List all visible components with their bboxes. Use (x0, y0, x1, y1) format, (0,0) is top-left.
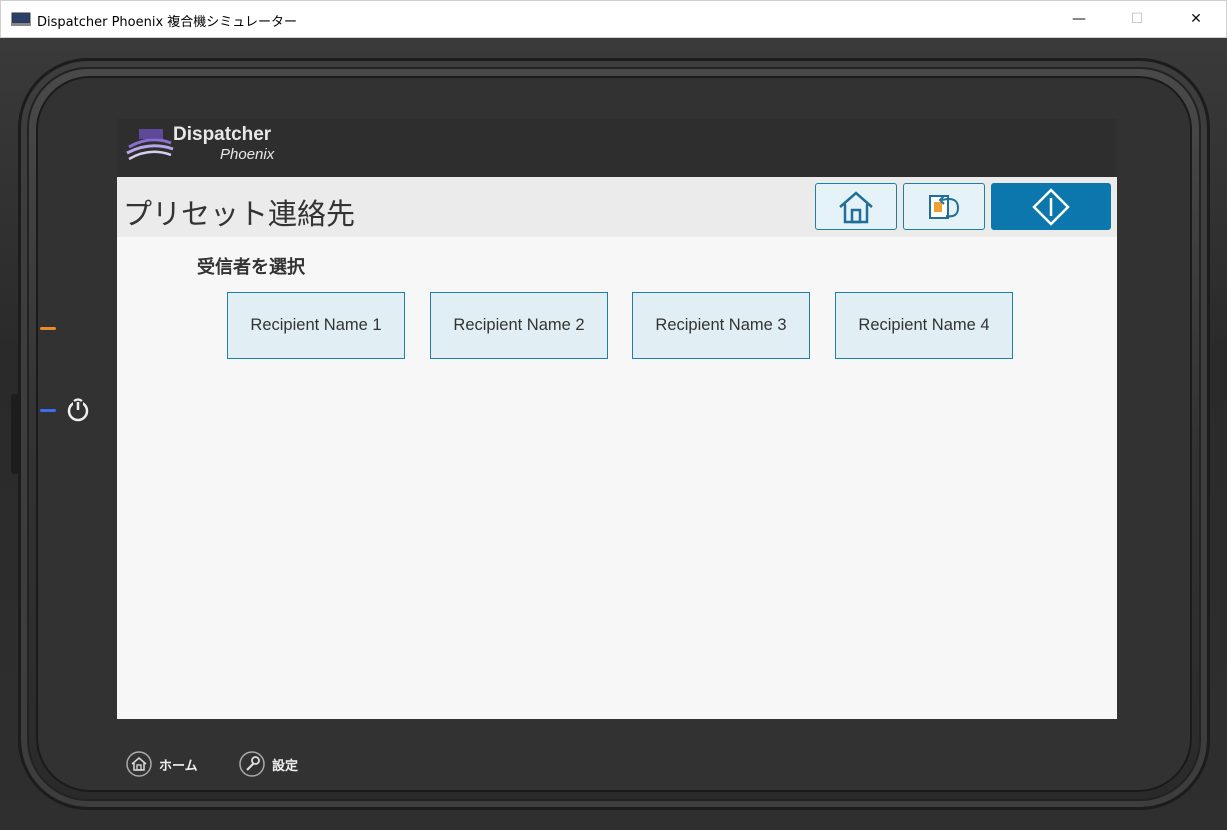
home-button[interactable] (815, 183, 897, 230)
window-titlebar: Dispatcher Phoenix 複合機シミュレーター — ☐ ✕ (0, 0, 1227, 38)
section-label: 受信者を選択 (197, 257, 305, 278)
recipient-button-1[interactable]: Recipient Name 1 (227, 292, 405, 359)
power-icon[interactable] (64, 396, 92, 424)
device-screen: Dispatcher Phoenix プリセット連絡先 受信者を選択 Recip… (117, 119, 1117, 719)
status-led-blue (40, 409, 56, 412)
minimize-button[interactable]: — (1056, 1, 1102, 37)
page-title: プリセット連絡先 (123, 197, 356, 231)
app-icon (11, 12, 31, 26)
brand-name-line1: Dispatcher (173, 124, 272, 145)
recipient-button-4[interactable]: Recipient Name 4 (835, 292, 1013, 359)
home-icon (839, 190, 873, 223)
device-home-button[interactable]: ホーム (125, 750, 198, 778)
maximize-button[interactable]: ☐ (1114, 1, 1160, 37)
recipient-label: Recipient Name 2 (453, 316, 585, 334)
recipient-label: Recipient Name 3 (655, 316, 787, 334)
home-icon (126, 751, 152, 777)
back-button[interactable] (903, 183, 985, 230)
recipient-label: Recipient Name 1 (250, 316, 382, 334)
close-button[interactable]: ✕ (1173, 1, 1219, 37)
device-home-label: ホーム (159, 758, 198, 774)
recipient-button-3[interactable]: Recipient Name 3 (632, 292, 810, 359)
device-settings-button[interactable]: 設定 (238, 750, 298, 778)
brand-name-line2: Phoenix (220, 146, 275, 163)
start-button[interactable] (991, 183, 1111, 230)
side-button[interactable] (11, 394, 19, 474)
recipient-button-2[interactable]: Recipient Name 2 (430, 292, 608, 359)
window-title: Dispatcher Phoenix 複合機シミュレーター (37, 15, 298, 30)
brand-bar: Dispatcher Phoenix (117, 119, 1117, 177)
header-bar: プリセット連絡先 (117, 177, 1117, 237)
recipient-label: Recipient Name 4 (858, 316, 990, 334)
device-settings-label: 設定 (272, 758, 299, 774)
back-icon (929, 194, 960, 219)
start-icon (1032, 187, 1070, 226)
status-led-orange (40, 327, 56, 330)
wrench-icon (239, 751, 265, 777)
dispatcher-logo-icon (126, 129, 174, 161)
